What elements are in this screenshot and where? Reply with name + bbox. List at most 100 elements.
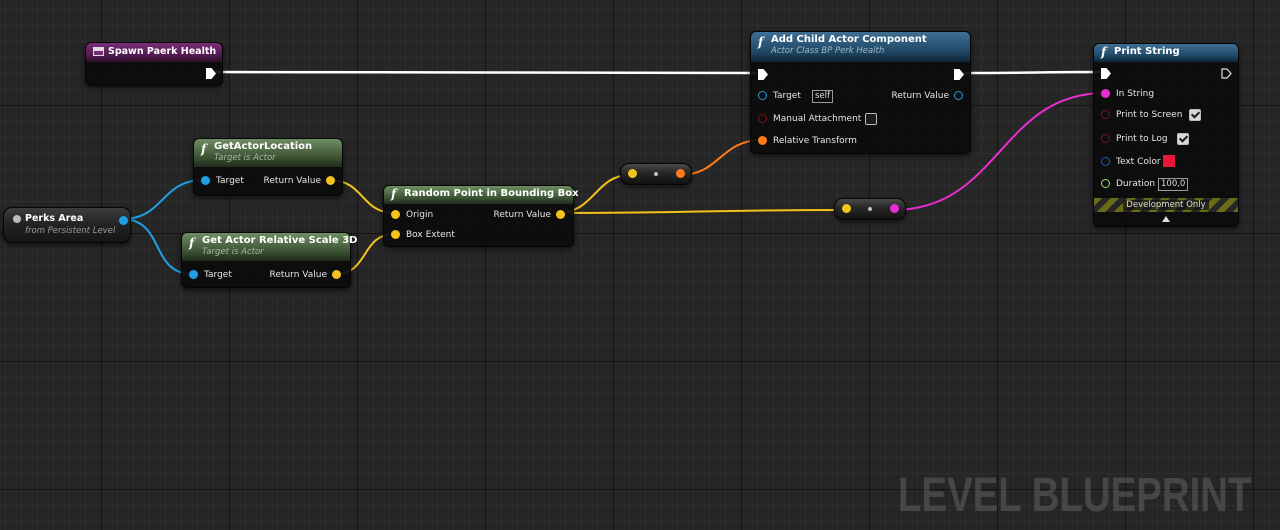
- print-to-log-pin[interactable]: [1101, 134, 1110, 143]
- add-child-actor-exec-in-pin[interactable]: [758, 69, 768, 80]
- get-actor-relative-scale-target-pin[interactable]: [189, 270, 198, 279]
- function-icon: f: [1101, 45, 1107, 59]
- pin-label: Return Value: [891, 91, 949, 101]
- random-point-return-pin[interactable]: [556, 210, 565, 219]
- pin-label: Print to Log: [1116, 134, 1168, 144]
- pin-label: Relative Transform: [773, 136, 857, 146]
- add-child-actor-target-pin[interactable]: [758, 91, 767, 100]
- function-icon: f: [391, 187, 397, 201]
- get-actor-location-return-pin[interactable]: [326, 176, 335, 185]
- add-child-actor-subtitle: Actor Class BP Perk Health: [771, 46, 885, 56]
- spawn-event-header: Spawn Paerk Health: [86, 43, 222, 62]
- pin-label: Duration: [1116, 179, 1156, 189]
- get-actor-location-target-pin[interactable]: [201, 176, 210, 185]
- random-point-origin-row: Origin Return Value: [391, 208, 565, 222]
- print-string-exec-out-pin[interactable]: [1221, 68, 1232, 79]
- add-child-actor-title: Add Child Actor Component: [771, 34, 927, 45]
- reroute-dot: [654, 172, 658, 176]
- reroute-output-pin[interactable]: [890, 204, 899, 213]
- add-child-actor-manual-attachment-row: Manual Attachment: [758, 112, 963, 126]
- add-child-actor-exec-out-pin[interactable]: [954, 69, 964, 80]
- pin-label: Box Extent: [406, 230, 455, 240]
- function-icon: f: [201, 142, 207, 156]
- pin-label: Return Value: [493, 210, 551, 220]
- duration-row: Duration 100,0: [1101, 177, 1231, 191]
- function-icon: f: [758, 35, 764, 49]
- object-wire-perks-to-location: [121, 179, 205, 220]
- manual-attachment-pin[interactable]: [758, 114, 767, 123]
- duration-value-field[interactable]: 100,0: [1158, 178, 1189, 191]
- text-color-swatch[interactable]: [1163, 155, 1175, 167]
- pin-label: Return Value: [269, 270, 327, 280]
- text-color-row: Text Color: [1101, 155, 1231, 169]
- function-icon: f: [189, 236, 195, 250]
- vector-wire-random-to-reroute2: [556, 209, 846, 214]
- print-string-title: Print String: [1114, 46, 1180, 57]
- add-child-actor-return-pin[interactable]: [954, 91, 963, 100]
- perks-area-subtitle: from Persistent Level: [25, 226, 116, 236]
- random-point-in-bounding-box-node[interactable]: f Random Point in Bounding Box Origin Re…: [383, 185, 579, 247]
- add-child-actor-header: f Add Child Actor Component Actor Class …: [751, 32, 970, 62]
- in-string-row: In String: [1101, 87, 1231, 101]
- get-actor-location-title: GetActorLocation: [214, 141, 313, 152]
- random-point-origin-pin[interactable]: [391, 210, 400, 219]
- development-only-label: Development Only: [1123, 200, 1209, 210]
- random-point-box-extent-pin[interactable]: [391, 230, 400, 239]
- pin-label: Return Value: [263, 176, 321, 186]
- get-actor-location-node[interactable]: f GetActorLocation Target is Actor Targe…: [193, 138, 343, 196]
- add-child-actor-component-node[interactable]: f Add Child Actor Component Actor Class …: [750, 31, 971, 154]
- add-child-actor-relative-transform-row: Relative Transform: [758, 134, 963, 148]
- pin-label: Origin: [406, 210, 434, 220]
- exec-wire-add-to-print: [961, 70, 1101, 75]
- target-self-value[interactable]: self: [812, 90, 834, 103]
- exec-wire-spawn-to-add: [215, 70, 758, 75]
- add-child-actor-target-row: Target self Return Value: [758, 89, 963, 103]
- print-to-screen-checkbox[interactable]: [1189, 109, 1201, 121]
- reroute-dot: [868, 207, 872, 211]
- spawn-event-title: Spawn Paerk Health: [108, 46, 217, 57]
- print-string-node[interactable]: f Print String In String Print to Screen…: [1093, 43, 1239, 227]
- relative-transform-pin[interactable]: [758, 136, 767, 145]
- custom-event-icon: [93, 47, 104, 56]
- pin-label: In String: [1116, 89, 1155, 99]
- reroute-node-transform[interactable]: [620, 163, 692, 185]
- pin-label: Print to Screen: [1116, 110, 1183, 120]
- print-to-log-checkbox[interactable]: [1177, 133, 1189, 145]
- reroute-output-pin[interactable]: [676, 169, 685, 178]
- pin-label: Text Color: [1116, 157, 1161, 167]
- manual-attachment-checkbox[interactable]: [865, 113, 877, 125]
- get-actor-relative-scale-title: Get Actor Relative Scale 3D: [202, 235, 358, 246]
- in-string-pin[interactable]: [1101, 89, 1110, 98]
- spawn-event-exec-out-pin[interactable]: [206, 68, 216, 79]
- get-actor-relative-scale-header: f Get Actor Relative Scale 3D Target is …: [182, 233, 357, 261]
- get-actor-location-subtitle: Target is Actor: [214, 153, 276, 163]
- random-point-extent-row: Box Extent: [391, 228, 565, 242]
- pin-label: Target: [204, 270, 232, 280]
- print-to-log-row: Print to Log: [1101, 132, 1231, 146]
- get-actor-relative-scale-node[interactable]: f Get Actor Relative Scale 3D Target is …: [181, 232, 357, 288]
- random-point-header: f Random Point in Bounding Box: [384, 186, 579, 204]
- get-actor-location-header: f GetActorLocation Target is Actor: [194, 139, 342, 167]
- print-string-exec-in-pin[interactable]: [1101, 68, 1111, 79]
- reroute-input-pin[interactable]: [842, 204, 851, 213]
- print-to-screen-row: Print to Screen: [1101, 108, 1231, 122]
- text-color-pin[interactable]: [1101, 157, 1110, 166]
- expand-collapse-arrow-icon[interactable]: [1162, 216, 1170, 222]
- get-actor-relative-scale-return-pin[interactable]: [332, 270, 341, 279]
- get-actor-relative-scale-subtitle: Target is Actor: [202, 247, 264, 257]
- duration-pin[interactable]: [1101, 179, 1110, 188]
- random-point-title: Random Point in Bounding Box: [404, 188, 579, 199]
- perks-area-output-pin[interactable]: [119, 216, 128, 225]
- get-actor-relative-scale-target-row: Target Return Value: [189, 268, 341, 282]
- pin-label: Target: [216, 176, 244, 186]
- print-to-screen-pin[interactable]: [1101, 110, 1110, 119]
- perks-area-reference-node[interactable]: Perks Area from Persistent Level: [3, 207, 131, 243]
- pin-label: Target: [773, 91, 801, 101]
- actor-reference-icon: [13, 215, 21, 223]
- reroute-node-string[interactable]: [834, 198, 906, 220]
- spawn-paerk-health-event-node[interactable]: Spawn Paerk Health: [85, 42, 223, 86]
- print-string-header: f Print String: [1094, 44, 1238, 62]
- pin-label: Manual Attachment: [773, 114, 862, 124]
- reroute-input-pin[interactable]: [628, 169, 637, 178]
- development-only-bar: Development Only: [1094, 198, 1238, 212]
